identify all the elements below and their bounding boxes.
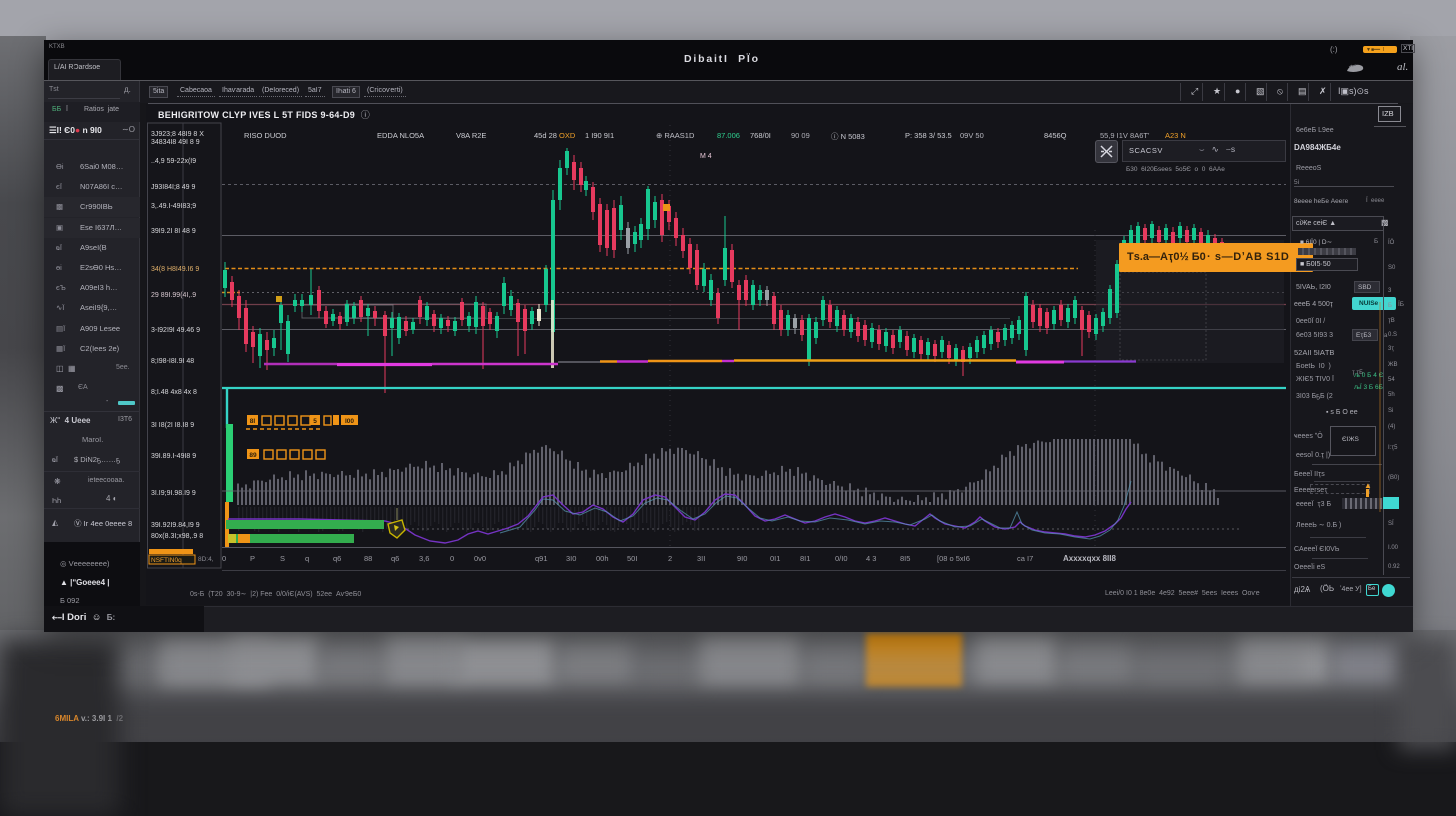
svg-text:00h: 00h [596,554,609,563]
svg-text:q6: q6 [391,554,399,563]
svg-text:0/I0: 0/I0 [835,554,848,563]
svg-text:34(8 H8I49.I6 9: 34(8 H8I49.I6 9 [151,266,199,273]
svg-text:9I0: 9I0 [737,554,747,563]
svg-text:8I1: 8I1 [800,554,810,563]
svg-text:S: S [280,554,285,563]
svg-text:4 3: 4 3 [866,554,876,563]
svg-text:39I.89.I-49I8 9: 39I.89.I-49I8 9 [151,453,196,460]
svg-text:3I I8(2I I8.I8 9: 3I I8(2I I8.I8 9 [151,422,194,429]
svg-text:ca I7: ca I7 [1017,554,1033,563]
svg-text:34834I8 49I 8 9: 34834I8 49I 8 9 [151,139,200,146]
svg-text:8;I98-I8I.9I 48: 8;I98-I8I.9I 48 [151,358,194,365]
svg-text:0v0: 0v0 [474,554,486,563]
svg-text:3,.49.I-49I83;9: 3,.49.I-49I83;9 [151,203,196,210]
svg-text:0: 0 [450,554,454,563]
svg-text:8I: 8I [250,418,256,425]
svg-text:..4,9 59-22x(I9: ..4,9 59-22x(I9 [151,158,196,165]
svg-text:M 4: M 4 [700,153,712,160]
svg-text:89: 89 [249,452,257,459]
svg-text:3J923;8 48I9 8 X: 3J923;8 48I9 8 X [151,131,204,138]
svg-text:3II: 3II [697,554,705,563]
svg-text:2: 2 [668,554,672,563]
svg-text:5: 5 [313,418,317,425]
svg-text:80x(8.3I;x98,.9 8: 80x(8.3I;x98,.9 8 [151,533,203,540]
svg-text:[08 o 5xI6: [08 o 5xI6 [937,554,970,563]
svg-text:P: P [250,554,255,563]
svg-text:3I.I9;9I.98.I9 9: 3I.I9;9I.98.I9 9 [151,490,196,497]
svg-text:50I: 50I [627,554,637,563]
svg-text:8;I.48 4x8 4x 8: 8;I.48 4x8 4x 8 [151,389,197,396]
svg-text:q6: q6 [333,554,341,563]
svg-text:q: q [305,554,309,563]
svg-text:NSFTIN0q: NSFTIN0q [151,557,182,564]
svg-text:8D:4,: 8D:4, [198,556,214,563]
svg-text:q91: q91 [535,554,548,563]
svg-text:J93I84I;8 49 9: J93I84I;8 49 9 [151,184,195,191]
svg-text:29 89I.99(4I,.9: 29 89I.99(4I,.9 [151,292,196,299]
svg-text:88: 88 [364,554,372,563]
svg-text:I00: I00 [345,418,354,425]
svg-text:3,6: 3,6 [419,554,429,563]
svg-text:3-I92I9I 49.46 9: 3-I92I9I 49.46 9 [151,327,200,334]
svg-text:39I.92I9.84,I9 9: 39I.92I9.84,I9 9 [151,522,200,529]
svg-text:0: 0 [222,554,226,563]
svg-text:Axxxxqxx 8II8: Axxxxqxx 8II8 [1063,554,1116,563]
svg-text:39I9.2I 8I 48 9: 39I9.2I 8I 48 9 [151,228,196,235]
svg-text:3I0: 3I0 [566,554,576,563]
svg-text:8I5: 8I5 [900,554,910,563]
svg-text:0I1: 0I1 [770,554,780,563]
